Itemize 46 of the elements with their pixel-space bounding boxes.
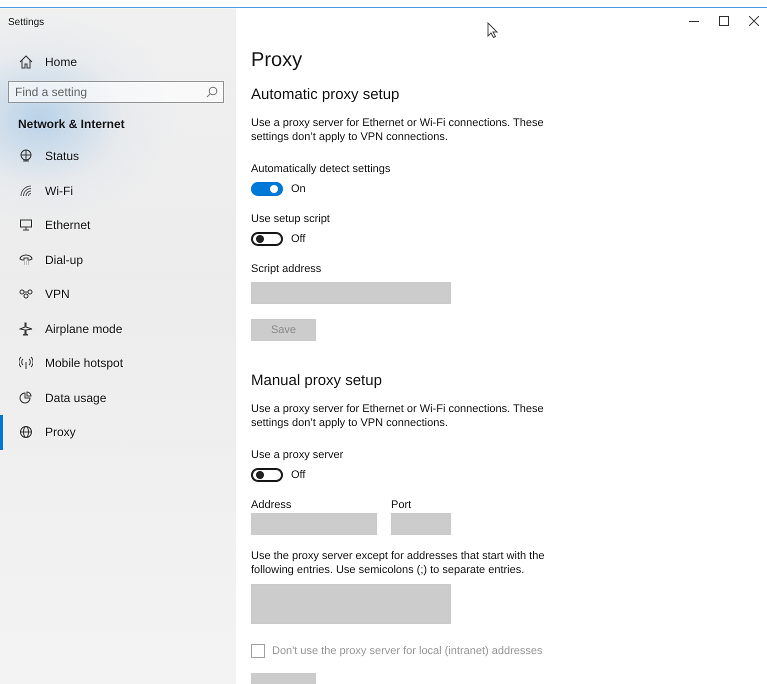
setting-label: Use setup script	[251, 212, 331, 226]
checkbox-label: Don't use the proxy server for local (intranet) addresses	[272, 645, 542, 657]
nav-item[interactable]: Mobile hotspot	[0, 346, 236, 380]
page-title: Proxy	[251, 48, 304, 72]
vpn-icon	[19, 287, 33, 302]
home-icon	[19, 55, 33, 69]
phone-icon	[19, 252, 33, 267]
toggle-state-text: Off	[291, 233, 306, 245]
pointer-icon	[487, 22, 498, 38]
window-title: Settings	[8, 16, 44, 28]
toggle-switch[interactable]	[251, 232, 283, 246]
toggle-state-text: Off	[291, 469, 306, 481]
nav-item[interactable]: Proxy	[0, 415, 236, 450]
field-label: Script address	[251, 262, 322, 276]
section-heading: Manual proxy setup	[251, 371, 383, 391]
toggle-state-text: On	[291, 183, 306, 195]
hotspot-icon	[19, 356, 33, 370]
nav-item[interactable]: Status	[0, 139, 236, 174]
globe-monitor-icon	[19, 149, 33, 164]
section-heading: Automatic proxy setup	[251, 85, 400, 105]
search-icon	[206, 86, 218, 98]
setting-label: Automatically detect settings	[251, 162, 392, 176]
home-link[interactable]: Home	[0, 52, 236, 72]
field-label: Port	[391, 498, 412, 512]
wifi-icon	[19, 184, 33, 198]
airplane-icon	[19, 322, 33, 336]
maximize-icon	[719, 16, 729, 26]
globe-icon	[19, 425, 33, 440]
field-label: Use the proxy server except for addresses that start with the following entries. Use semicolons (;) to separate entries.	[251, 549, 546, 577]
nav-item[interactable]: Airplane mode	[0, 312, 236, 346]
pie-chart-icon	[19, 390, 33, 405]
description-text: Use a proxy server for Ethernet or Wi-Fi connections. These settings don’t apply to VPN connections.	[251, 402, 545, 430]
monitor-icon	[19, 218, 33, 232]
nav-item[interactable]: Dial-up	[0, 242, 236, 277]
section-heading: Network & Internet	[17, 116, 126, 133]
nav-item[interactable]: Wi-Fi	[0, 174, 236, 208]
toggle-switch[interactable]	[251, 468, 283, 482]
toggle-switch[interactable]	[251, 182, 283, 196]
nav-item[interactable]: VPN	[0, 277, 236, 312]
description-text: Use a proxy server for Ethernet or Wi-Fi connections. These settings don’t apply to VPN connections.	[251, 116, 545, 144]
setting-label: Use a proxy server	[251, 448, 344, 462]
close-icon	[749, 16, 759, 26]
search-field[interactable]: Find a setting	[8, 81, 224, 103]
field-label: Address	[251, 498, 292, 512]
nav-item[interactable]: Data usage	[0, 380, 236, 415]
nav-item[interactable]: Ethernet	[0, 208, 236, 242]
